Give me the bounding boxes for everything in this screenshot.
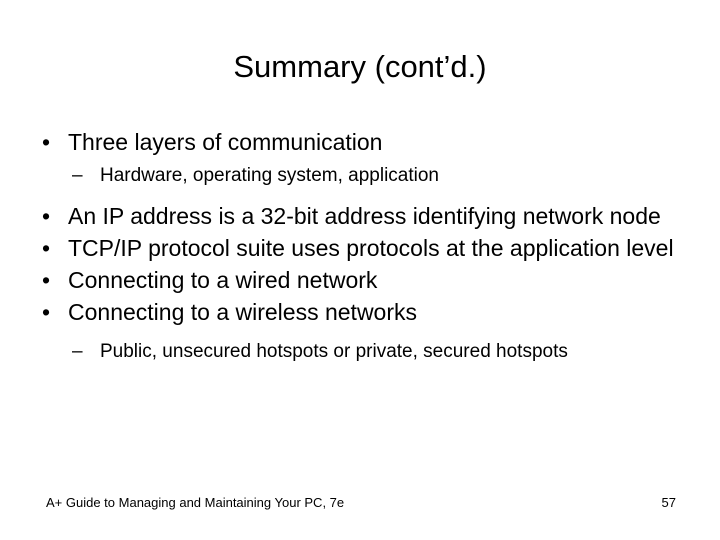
list-item-label: An IP address is a 32-bit address identi… — [68, 203, 661, 229]
list-item: • Connecting to a wireless networks — [36, 296, 686, 328]
page-title: Summary (cont’d.) — [233, 49, 487, 84]
list-item-label: Connecting to a wireless networks — [68, 299, 417, 325]
sub-list-item: – Hardware, operating system, applicatio… — [36, 162, 686, 190]
dash-marker-icon: – — [72, 165, 83, 186]
slide: Summary (cont’d.) • Three layers of comm… — [0, 0, 720, 540]
sub-list-item-label: Public, unsecured hotspots or private, s… — [100, 341, 568, 362]
sub-list-item-label: Hardware, operating system, application — [100, 165, 440, 186]
list-item-label: Connecting to a wired network — [68, 267, 378, 293]
list-item: • Connecting to a wired network — [36, 264, 686, 296]
list-item: • An IP address is a 32-bit address iden… — [36, 200, 686, 232]
bullet-marker-icon: • — [42, 299, 51, 325]
dash-marker-icon: – — [72, 341, 83, 362]
footer-book-title: A+ Guide to Managing and Maintaining You… — [46, 495, 345, 510]
sub-list-item: – Public, unsecured hotspots or private,… — [36, 338, 686, 366]
list-item-label: Three layers of communication — [68, 129, 383, 155]
list-item: • Three layers of communication — [36, 126, 686, 158]
bullet-marker-icon: • — [42, 235, 51, 261]
slide-body: • Three layers of communication – Hardwa… — [36, 126, 686, 366]
bullet-marker-icon: • — [42, 129, 51, 155]
bullet-marker-icon: • — [42, 203, 51, 229]
slide-footer: A+ Guide to Managing and Maintaining You… — [46, 494, 676, 512]
list-item: • TCP/IP protocol suite uses protocols a… — [36, 232, 686, 264]
page-number: 57 — [661, 495, 676, 510]
bullet-marker-icon: • — [42, 267, 51, 293]
list-item-label: TCP/IP protocol suite uses protocols at … — [68, 235, 674, 261]
